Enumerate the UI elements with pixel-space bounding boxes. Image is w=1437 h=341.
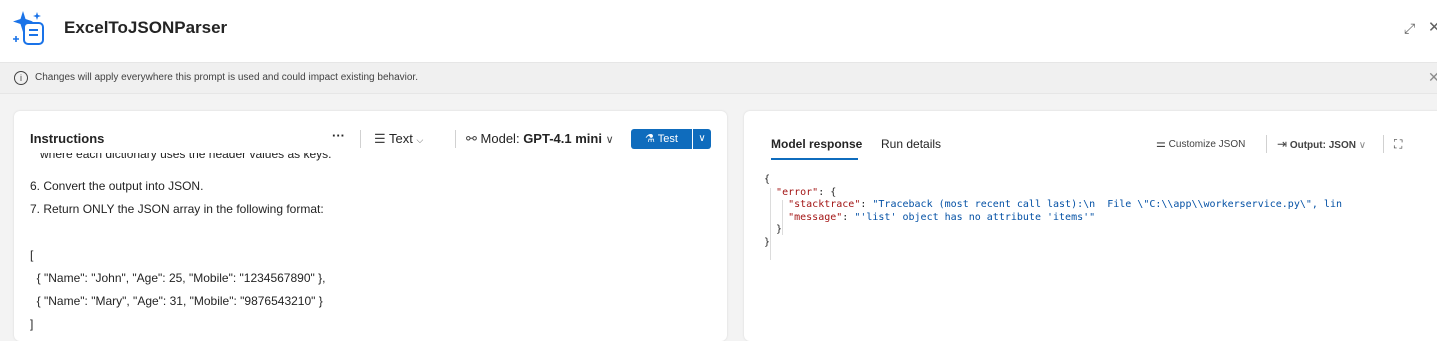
close-icon[interactable]: ✕ [1428,18,1437,36]
json-line: "stacktrace": "Traceback (most recent ca… [788,199,1342,210]
instruction-line: 6. Convert the output into JSON. [30,179,204,193]
info-icon: i [14,71,28,85]
format-label: Text [389,131,413,146]
output-prefix: Output: [1289,140,1326,151]
test-dropdown-button[interactable]: ∨ [693,129,711,149]
json-line: "error": { [776,186,837,198]
expand-diagonal-icon[interactable]: ⤢ [1404,20,1415,37]
output-format-dropdown[interactable]: ⇥ Output: JSON ∨ [1277,137,1366,151]
banner-close-icon[interactable]: ✕ [1428,69,1437,86]
output-arrow-icon: ⇥ [1277,137,1288,151]
json-line: } [776,224,783,235]
customize-json-label: Customize JSON [1168,139,1246,150]
instructions-editor[interactable]: where each dictionary uses the header va… [14,153,727,341]
format-dropdown[interactable]: ☰ Text ⌵ [374,131,423,147]
active-tab-indicator [771,158,858,160]
customize-json-button[interactable]: ⚌ Customize JSON [1156,137,1245,150]
json-output[interactable]: { "error": { "stacktrace": "Traceback (m… [764,174,1437,334]
app-sparkle-icon [13,11,44,45]
model-graph-icon: ⚯ [466,131,477,146]
instruction-line: 7. Return ONLY the JSON array in the fol… [30,202,324,216]
page-title: ExcelToJSONParser [64,18,228,37]
output-value: JSON [1328,140,1356,151]
json-line: "message": "'list' object has no attribu… [788,211,1096,223]
toolbar-divider [455,130,456,148]
instructions-panel: Instructions ··· ☰ Text ⌵ ⚯ Model: GPT-4… [14,111,727,341]
test-label: Test [657,133,678,145]
instructions-title: Instructions [30,131,105,146]
model-selector[interactable]: ⚯ Model: GPT-4.1 mini ∨ [466,131,614,147]
more-options-button[interactable]: ··· [332,128,345,143]
header-bar: ExcelToJSONParser ⤢ ✕ [0,0,1437,62]
toolbar-divider [1383,135,1384,153]
json-line: } [764,236,771,248]
model-prefix: Model: [480,131,520,146]
response-panel: Model response Run details ⚌ Customize J… [744,111,1437,341]
info-banner: i Changes will apply everywhere this pro… [0,62,1437,94]
chevron-down-icon: ∨ [605,134,614,146]
instruction-line: { "Name": "Mary", "Age": 31, "Mobile": "… [30,294,323,308]
model-name: GPT-4.1 mini [523,131,602,146]
toolbar-divider [1266,135,1267,153]
instruction-line: where each dictionary uses the header va… [30,153,332,161]
text-lines-icon: ☰ [374,131,386,146]
instruction-line: ] [30,317,34,331]
json-line: { [764,174,771,185]
sliders-icon: ⚌ [1156,138,1166,150]
instruction-line: [ [30,248,34,262]
chevron-down-icon: ∨ [698,133,706,144]
test-button[interactable]: ⚗ Test [631,129,692,149]
tab-run-details[interactable]: Run details [881,137,941,151]
instruction-line: { "Name": "John", "Age": 25, "Mobile": "… [30,271,326,285]
chevron-down-icon: ∨ [1358,140,1367,151]
chevron-down-icon: ⌵ [416,135,424,145]
fullscreen-icon[interactable]: ⛶ [1394,137,1402,152]
banner-message: Changes will apply everywhere this promp… [35,72,418,83]
toolbar-divider [360,130,361,148]
flask-icon: ⚗ [645,133,655,145]
tab-model-response[interactable]: Model response [771,137,862,151]
